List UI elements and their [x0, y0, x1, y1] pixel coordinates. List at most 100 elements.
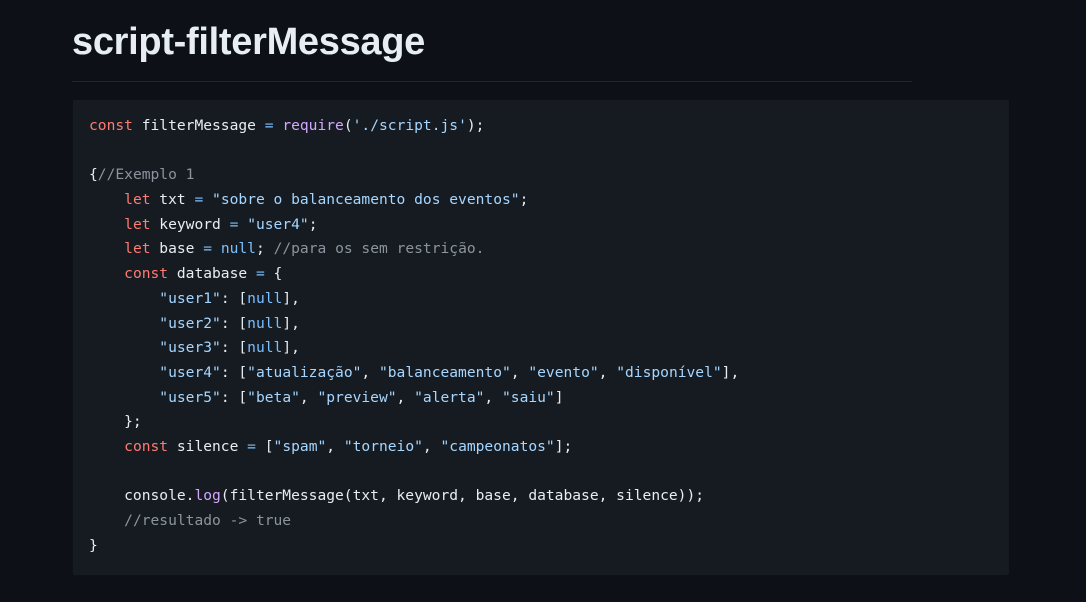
code-token: "torneio" — [343, 437, 423, 455]
code-line: "user4": ["atualização", "balanceamento"… — [89, 361, 993, 386]
code-token: null — [220, 240, 256, 258]
code-line: "user3": [null], — [89, 336, 993, 361]
code-token: : [ — [220, 314, 248, 332]
code-token: log — [194, 487, 221, 505]
code-token: "disponível" — [616, 363, 722, 381]
code-line: console.log(filterMessage(txt, keyword, … — [89, 484, 993, 509]
code-token: , — [422, 437, 441, 455]
code-token: { — [264, 265, 283, 283]
code-line: ​ — [89, 460, 993, 485]
code-token: } — [89, 536, 98, 554]
code-line: {//Exemplo 1 — [89, 163, 993, 188]
code-token: "spam" — [273, 437, 327, 455]
code-token: ( — [343, 117, 353, 134]
code-line: }; — [89, 410, 993, 435]
code-block[interactable]: const filterMessage = require('./script.… — [73, 100, 1009, 575]
code-token: = — [194, 191, 204, 209]
title-divider — [72, 81, 912, 82]
code-token: : [ — [220, 339, 248, 357]
code-token: "campeonatos" — [440, 437, 555, 455]
code-content[interactable]: const filterMessage = require('./script.… — [89, 114, 993, 558]
code-token: , — [484, 388, 502, 406]
code-token: = — [255, 265, 265, 283]
code-token: null — [247, 289, 283, 307]
code-token: ]; — [554, 437, 573, 455]
code-token: ], — [282, 339, 300, 357]
code-token: const — [124, 437, 169, 455]
code-line: //resultado -> true — [89, 509, 993, 534]
code-token: "preview" — [317, 388, 397, 406]
code-token: , — [396, 388, 415, 406]
code-token: : [ — [220, 388, 248, 406]
code-token: ], — [721, 363, 740, 381]
code-token: ], — [282, 314, 300, 332]
code-line: const filterMessage = require('./script.… — [89, 114, 993, 139]
code-token: let — [124, 191, 151, 209]
code-token: }; — [89, 413, 142, 431]
code-line: } — [89, 534, 993, 559]
code-line: let txt = "sobre o balanceamento dos eve… — [89, 188, 993, 213]
code-token: //Exemplo 1 — [97, 166, 195, 184]
code-token: let — [124, 240, 151, 258]
code-token: database — [168, 265, 256, 283]
code-line: let keyword = "user4"; — [89, 213, 993, 238]
code-token: "balanceamento" — [378, 363, 511, 381]
code-token: "saiu" — [502, 388, 555, 406]
code-token: , — [326, 437, 344, 455]
code-token: ; — [308, 215, 318, 233]
code-token: "user4" — [159, 363, 221, 381]
code-token: require — [282, 117, 344, 134]
code-token: null — [247, 339, 283, 357]
code-line: let base = null; //para os sem restrição… — [89, 237, 993, 262]
code-token: "user5" — [159, 388, 221, 406]
code-line: const silence = ["spam", "torneio", "cam… — [89, 435, 993, 460]
code-token: (filterMessage(txt, keyword, base, datab… — [220, 487, 705, 505]
code-line: const database = { — [89, 262, 993, 287]
code-token: ] — [554, 388, 564, 406]
code-token: "sobre o balanceamento dos eventos" — [212, 191, 520, 209]
code-token: = — [247, 437, 256, 455]
code-token: silence — [168, 437, 248, 455]
code-token: './script.js' — [352, 117, 467, 134]
code-token: ; — [255, 240, 274, 258]
code-token: : [ — [220, 289, 248, 307]
code-token: , — [510, 363, 529, 381]
code-token: , — [361, 363, 379, 381]
code-token: "evento" — [528, 363, 599, 381]
code-token: : [ — [220, 363, 248, 381]
code-token: //para os sem restrição. — [273, 240, 485, 258]
code-token: txt — [150, 191, 195, 209]
code-token: ], — [282, 289, 300, 307]
code-token: keyword — [150, 215, 230, 233]
code-token: , — [299, 388, 318, 406]
code-token: { — [89, 166, 98, 184]
code-token: console. — [89, 487, 195, 505]
code-line: "user5": ["beta", "preview", "alerta", "… — [89, 386, 993, 411]
code-token: //resultado -> true — [124, 512, 292, 529]
code-token: const — [89, 117, 133, 134]
code-token: "user2" — [159, 314, 221, 332]
code-token: ; — [519, 191, 529, 209]
code-line: "user1": [null], — [89, 287, 993, 312]
code-token: [ — [255, 437, 274, 455]
code-line: ​ — [89, 139, 993, 164]
code-token: , — [598, 363, 617, 381]
code-token: "beta" — [247, 388, 300, 406]
code-token: filterMessage — [132, 117, 265, 134]
code-token: ); — [466, 117, 485, 134]
code-token: "user4" — [247, 215, 309, 233]
